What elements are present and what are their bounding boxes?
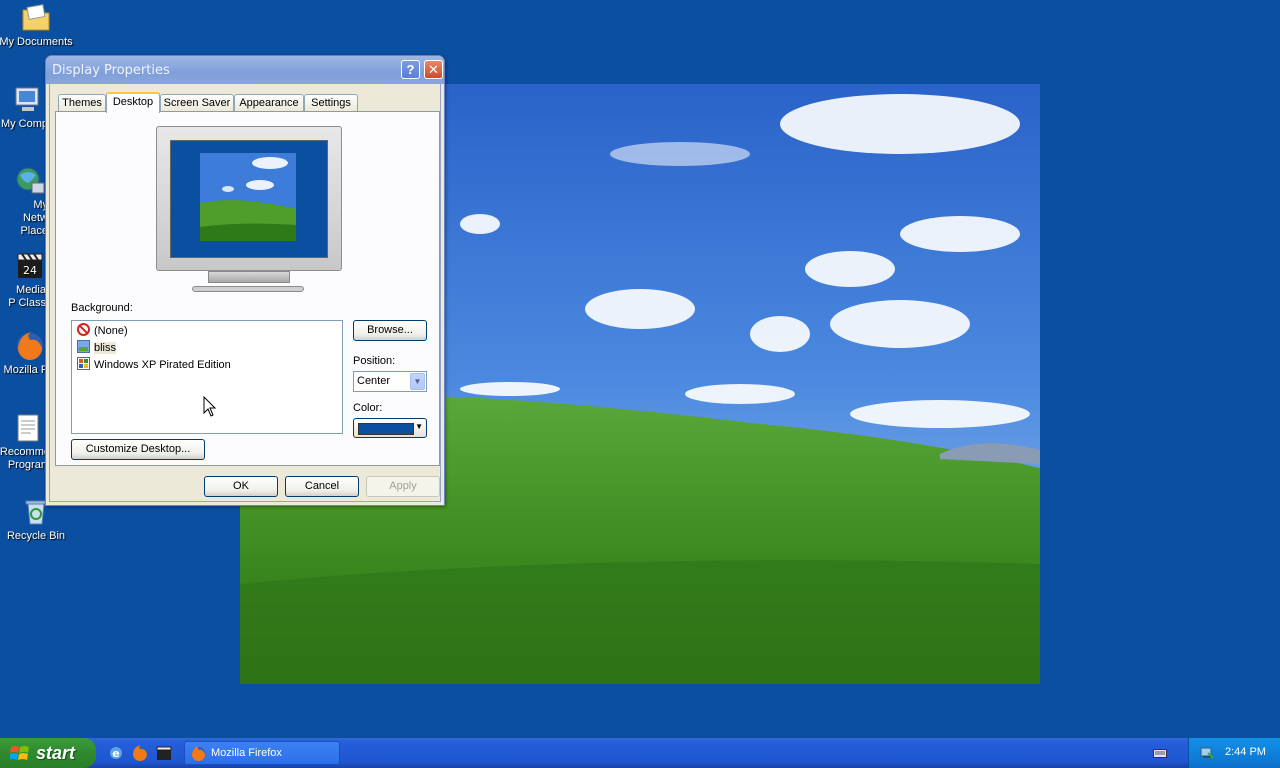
- wallpaper-thumbnail: [200, 153, 296, 241]
- firefox-icon: [14, 330, 46, 362]
- help-button[interactable]: ?: [401, 60, 420, 79]
- desktop-icon-label: My Comp: [0, 118, 48, 130]
- browse-button[interactable]: Browse...: [353, 320, 427, 341]
- desktop-icon-media-player-classic[interactable]: 24 Media P Class: [0, 250, 46, 310]
- dialog-titlebar[interactable]: Display Properties ? ✕: [46, 56, 444, 84]
- customize-desktop-button[interactable]: Customize Desktop...: [71, 439, 205, 460]
- close-icon: ✕: [428, 62, 439, 77]
- desktop-icon-mozilla-firefox[interactable]: Mozilla Fi: [0, 330, 50, 377]
- dialog-body: Themes Desktop Screen Saver Appearance S…: [49, 84, 441, 502]
- image-file-icon: [77, 340, 90, 353]
- text-document-icon: [12, 412, 44, 444]
- network-tray-icon[interactable]: [1199, 745, 1215, 764]
- desktop-icon-my-network-places[interactable]: My Netw Place: [0, 165, 48, 238]
- position-value: Center: [357, 375, 391, 387]
- monitor-stand: [208, 271, 290, 283]
- monitor-screen: [170, 140, 328, 258]
- desktop-icon-label: My Netw Place: [20, 199, 48, 237]
- position-label: Position:: [353, 355, 396, 367]
- chevron-down-icon: ▼: [415, 422, 423, 431]
- monitor-bezel: [156, 126, 342, 271]
- svg-text:e: e: [112, 747, 119, 760]
- list-item[interactable]: Windows XP Pirated Edition: [77, 357, 231, 373]
- tab-desktop[interactable]: Desktop: [106, 92, 160, 113]
- system-tray: 2:44 PM: [1188, 738, 1280, 768]
- clock[interactable]: 2:44 PM: [1225, 746, 1266, 758]
- ok-button[interactable]: OK: [204, 476, 278, 497]
- list-item[interactable]: bliss: [77, 340, 117, 356]
- dialog-title: Display Properties: [52, 63, 170, 78]
- background-label: Background:: [71, 302, 133, 314]
- computer-icon: [12, 84, 44, 116]
- monitor-preview: [156, 126, 342, 296]
- desktop-tab-panel: Background: (None) bliss Windows XP Pira…: [55, 111, 440, 466]
- firefox-icon[interactable]: [132, 745, 148, 761]
- taskbar-item-mozilla-firefox[interactable]: Mozilla Firefox: [184, 741, 340, 765]
- monitor-base: [192, 286, 304, 292]
- display-properties-dialog: Display Properties ? ✕ Themes Desktop Sc…: [45, 55, 445, 506]
- no-entry-icon: [77, 323, 90, 336]
- list-item[interactable]: (None): [77, 323, 128, 339]
- tab-themes[interactable]: Themes: [58, 94, 106, 111]
- desktop-icon-my-documents[interactable]: My Documents: [0, 2, 74, 49]
- color-label: Color:: [353, 402, 383, 414]
- desktop-icon-label: Media P Class: [8, 284, 46, 309]
- globe-icon: [14, 165, 46, 197]
- folder-icon: [20, 2, 52, 34]
- mouse-cursor-icon: [203, 395, 217, 418]
- clapperboard-icon[interactable]: [156, 745, 172, 761]
- tab-appearance[interactable]: Appearance: [234, 94, 304, 111]
- tab-settings[interactable]: Settings: [304, 94, 358, 111]
- start-button[interactable]: start: [0, 738, 96, 768]
- desktop-icon-recommended-programs[interactable]: Recomme Program: [0, 412, 50, 472]
- tab-screen-saver[interactable]: Screen Saver: [160, 94, 234, 111]
- desktop-icon-label: My Documents: [0, 36, 73, 48]
- windows-logo-icon: [9, 744, 30, 767]
- taskbar: start e Mozilla Firefox 2:44 PM: [0, 738, 1280, 768]
- firefox-icon: [191, 746, 206, 764]
- keyboard-icon[interactable]: [1153, 747, 1167, 759]
- cancel-button[interactable]: Cancel: [285, 476, 359, 497]
- position-dropdown[interactable]: Center ▼: [353, 371, 427, 392]
- chevron-down-icon[interactable]: ▼: [410, 373, 425, 390]
- svg-text:24: 24: [23, 264, 37, 277]
- apply-button[interactable]: Apply: [366, 476, 440, 497]
- color-picker-button[interactable]: ▼: [353, 418, 427, 438]
- internet-explorer-icon[interactable]: e: [108, 745, 124, 761]
- desktop-icon-label: Mozilla Fi: [3, 364, 50, 376]
- html-file-icon: [77, 357, 90, 370]
- color-swatch: [358, 423, 414, 435]
- close-button[interactable]: ✕: [424, 60, 443, 79]
- desktop-icon-my-computer[interactable]: My Comp: [0, 84, 48, 131]
- desktop-icon-label: Recomme Program: [0, 446, 50, 471]
- desktop-icon-label: Recycle Bin: [6, 530, 66, 542]
- question-mark-icon: ?: [406, 62, 415, 77]
- clapperboard-icon: 24: [14, 250, 46, 282]
